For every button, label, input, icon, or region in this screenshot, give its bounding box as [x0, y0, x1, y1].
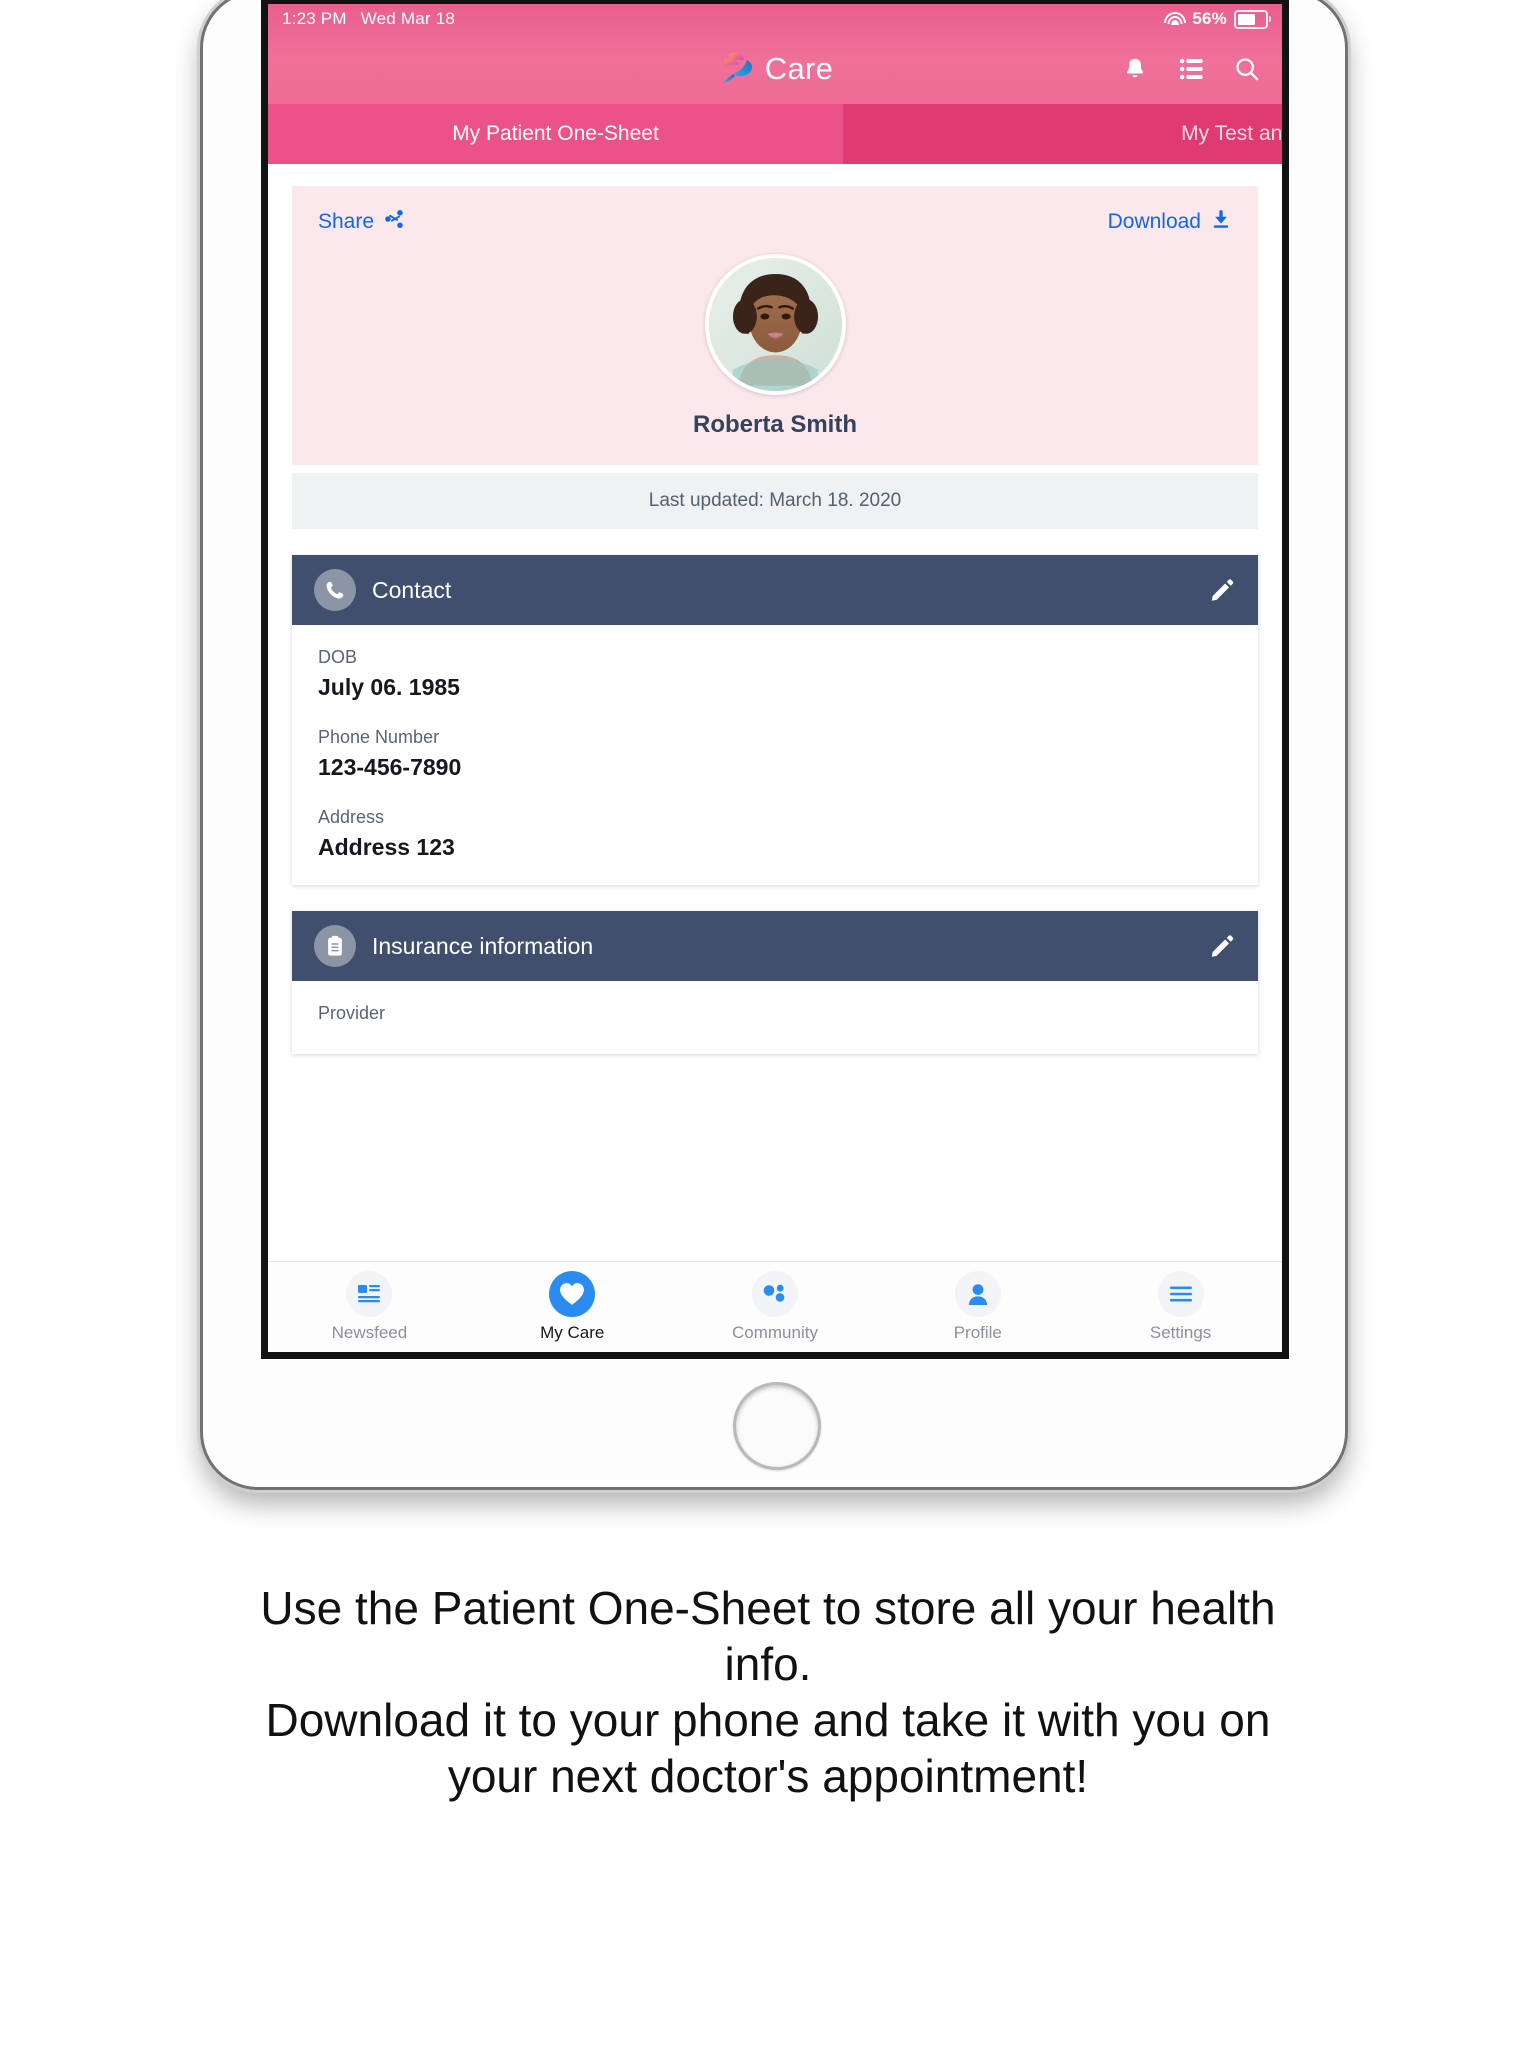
bottom-tab-label: Newsfeed: [331, 1323, 408, 1342]
insurance-card-header: Insurance information: [292, 911, 1258, 981]
bell-icon[interactable]: [1120, 54, 1150, 84]
main-content: Share Download Roberta Smith Last update…: [268, 164, 1282, 1352]
field-label: Provider: [318, 1003, 386, 1023]
share-icon: [383, 208, 405, 236]
field-label: DOB: [318, 647, 358, 667]
share-label: Share: [318, 210, 375, 233]
insurance-card-title: Insurance information: [372, 932, 594, 959]
bottom-tab-label: Profile: [953, 1323, 1002, 1342]
insurance-card: Insurance information Provider: [292, 911, 1258, 1054]
search-icon[interactable]: [1232, 54, 1262, 84]
bottom-tab-settings[interactable]: Settings: [1079, 1271, 1282, 1343]
caption-line-3: Download it to your phone and take it wi…: [265, 1694, 1271, 1747]
field-provider: Provider: [318, 1003, 1232, 1024]
field-phone-number: Phone Number 123-456-7890: [318, 727, 1232, 781]
battery-percent-label: 56%: [1192, 9, 1227, 28]
patient-name: Roberta Smith: [692, 411, 857, 438]
download-icon: [1210, 208, 1232, 236]
caption-line-2: info.: [724, 1638, 812, 1691]
tab-label: My Patient One-Sheet: [452, 122, 659, 145]
heart-icon: [549, 1271, 596, 1317]
field-value: July 06. 1985: [318, 674, 460, 700]
field-address: Address Address 123: [318, 807, 1232, 861]
avatar[interactable]: [704, 254, 846, 395]
caption-line-4: your next doctor's appointment!: [447, 1750, 1089, 1803]
bottom-tab-profile[interactable]: Profile: [876, 1271, 1079, 1343]
header-nav-icons: [1120, 34, 1262, 104]
bottom-tab-my-care[interactable]: My Care: [471, 1271, 674, 1343]
tab-label: My Test and: [1181, 122, 1282, 145]
field-label: Address: [318, 807, 385, 827]
field-label: Phone Number: [318, 727, 440, 747]
last-updated-bar: Last updated: March 18. 2020: [292, 473, 1258, 529]
community-icon: [751, 1271, 798, 1317]
bottom-tab-bar: Newsfeed My Care Community Profile Setti…: [268, 1261, 1282, 1352]
share-button[interactable]: Share: [318, 208, 405, 236]
device-screen: 1:23 PM Wed Mar 18 56% Care My Patient O…: [268, 4, 1282, 1352]
contact-card-header: Contact: [292, 555, 1258, 625]
battery-icon: [1234, 9, 1271, 29]
clipboard-icon: [314, 925, 356, 967]
hero-actions: Share Download: [318, 208, 1232, 236]
field-value: Address 123: [318, 834, 455, 860]
tab-my-test-and[interactable]: My Test and: [843, 104, 1282, 164]
pencil-icon[interactable]: [1208, 932, 1236, 960]
contact-card-body: DOB July 06. 1985 Phone Number 123-456-7…: [292, 625, 1258, 885]
bottom-tab-label: Settings: [1149, 1323, 1212, 1342]
field-value: 123-456-7890: [318, 754, 462, 780]
download-button[interactable]: Download: [1108, 208, 1232, 236]
bottom-tab-label: My Care: [540, 1323, 605, 1342]
status-bar-left: 1:23 PM Wed Mar 18: [282, 9, 455, 29]
wifi-icon: [1164, 11, 1187, 27]
patient-identity: Roberta Smith: [318, 254, 1232, 439]
list-icon[interactable]: [1176, 54, 1206, 84]
status-time: 1:23 PM: [282, 9, 347, 28]
bottom-tab-label: Community: [732, 1323, 818, 1342]
bottom-tab-newsfeed[interactable]: Newsfeed: [268, 1271, 471, 1343]
status-bar: 1:23 PM Wed Mar 18 56%: [268, 4, 1282, 34]
bottom-tab-community[interactable]: Community: [674, 1271, 877, 1343]
person-icon: [954, 1271, 1001, 1317]
patient-hero-card: Share Download Roberta Smith: [292, 186, 1258, 465]
app-header: 1:23 PM Wed Mar 18 56% Care: [268, 4, 1282, 104]
section-tabs: My Patient One-Sheet My Test and: [268, 104, 1282, 164]
home-button[interactable]: [733, 1382, 821, 1470]
contact-card: Contact DOB July 06. 1985 Phone Number 1…: [292, 555, 1258, 885]
field-dob: DOB July 06. 1985: [318, 647, 1232, 701]
status-bar-right: 56%: [1164, 4, 1271, 34]
brand-name: Care: [764, 51, 834, 86]
tab-my-patient-one-sheet[interactable]: My Patient One-Sheet: [268, 104, 843, 164]
phone-icon: [314, 569, 356, 611]
hummingbird-logo-icon: [717, 50, 755, 89]
menu-icon: [1157, 1271, 1204, 1317]
status-date: Wed Mar 18: [360, 9, 455, 28]
insurance-card-body: Provider: [292, 981, 1258, 1054]
brand: Care: [717, 50, 833, 89]
caption-line-1: Use the Patient One-Sheet to store all y…: [260, 1582, 1276, 1634]
contact-card-title: Contact: [372, 576, 452, 603]
pencil-icon[interactable]: [1208, 576, 1236, 604]
newsfeed-icon: [346, 1271, 393, 1317]
download-label: Download: [1107, 210, 1201, 233]
caption-text: Use the Patient One-Sheet to store all y…: [0, 1580, 1536, 1804]
